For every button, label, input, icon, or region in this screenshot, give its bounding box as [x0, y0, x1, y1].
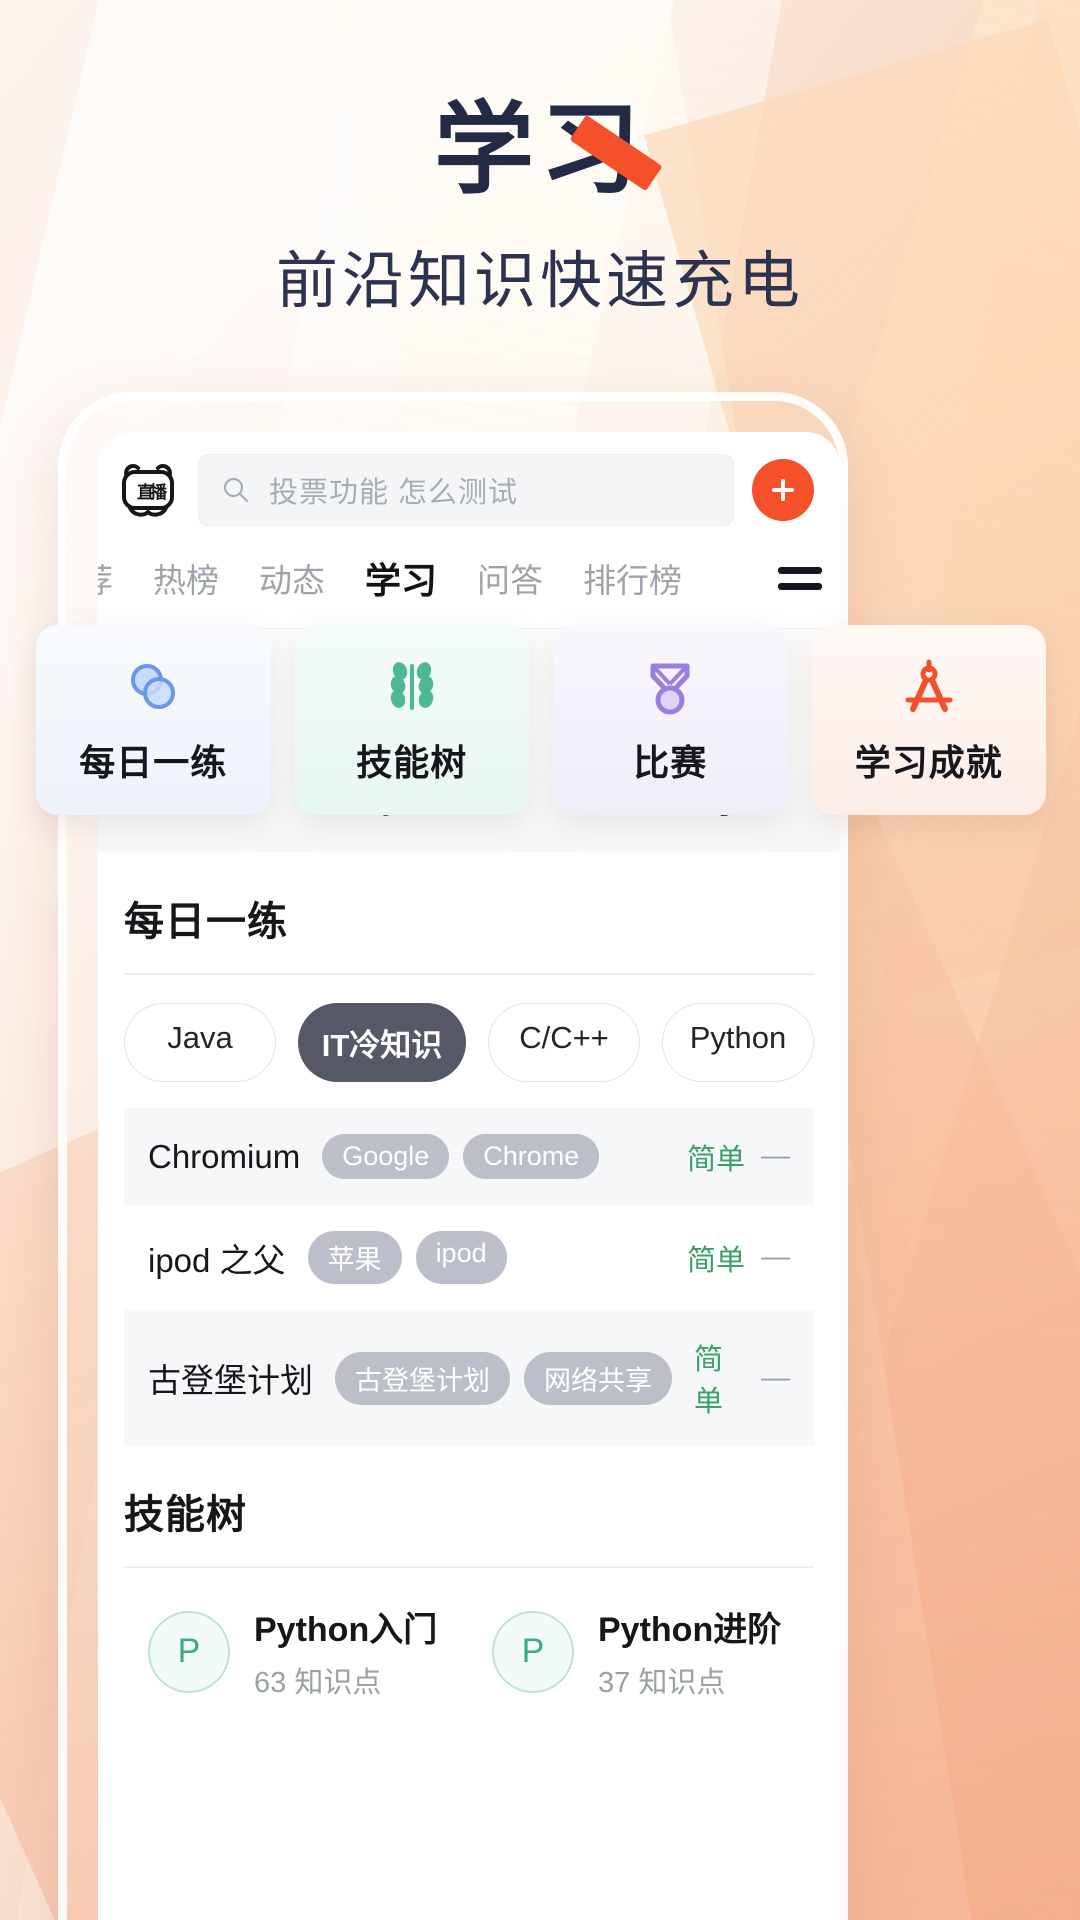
feature-cards: 每日一练 技能树 比赛 学习成就	[36, 625, 1046, 815]
phone-mockup: 直 播 投票功能 怎么测试 热榜 动态 学习 问答 排行榜 每日一练 Java …	[58, 392, 848, 1920]
feature-card-daily-practice[interactable]: 每日一练	[36, 625, 271, 815]
tab-ranking[interactable]: 排行榜	[583, 548, 682, 608]
category-chips: Java IT冷知识 C/C++ Python	[124, 1003, 814, 1082]
feature-card-label: 学习成就	[854, 742, 1003, 783]
tag: ipod	[415, 1231, 507, 1284]
hamburger-menu-icon[interactable]	[778, 561, 822, 595]
question-tags: 苹果 ipod	[307, 1231, 507, 1284]
question-tags: Google Chrome	[322, 1134, 600, 1179]
tab-hot[interactable]: 热榜	[153, 548, 219, 608]
question-meta: 简单 —	[687, 1237, 790, 1279]
app-header: 直 播 投票功能 怎么测试	[98, 432, 840, 540]
nav-tabs: 荐 热榜 动态 学习 问答 排行榜	[98, 540, 840, 629]
hero-section: 学习 前沿知识快速充电	[0, 96, 1080, 320]
avatar: P	[492, 1610, 574, 1693]
tag: 网络共享	[524, 1351, 672, 1405]
tab-learn[interactable]: 学习	[365, 546, 437, 610]
skill-text: Python进阶 37 知识点	[598, 1602, 781, 1701]
skilltree-grid: P Python入门 63 知识点 P Python进阶 37 知识点	[124, 1596, 814, 1701]
page-title: 学习	[434, 94, 646, 206]
search-icon	[221, 475, 251, 505]
skill-name: Python入门	[254, 1611, 438, 1649]
tab-recommend[interactable]: 荐	[98, 548, 113, 608]
skill-meta: 37 知识点	[598, 1667, 726, 1699]
dash-separator: —	[761, 1140, 790, 1172]
hero-title-wrap: 学习	[434, 94, 663, 206]
hero-subtitle: 前沿知识快速充电	[275, 247, 804, 316]
skill-text: Python入门 63 知识点	[254, 1602, 437, 1701]
add-button[interactable]	[752, 459, 814, 521]
svg-text:播: 播	[150, 482, 168, 502]
avatar: P	[148, 1610, 230, 1693]
question-meta: 简单 —	[687, 1136, 790, 1178]
feature-card-label: 每日一练	[79, 742, 228, 783]
medal-icon	[637, 654, 703, 720]
difficulty-badge: 简单	[694, 1344, 724, 1418]
feature-card-label: 技能树	[356, 742, 468, 783]
chip-cpp[interactable]: C/C++	[488, 1003, 640, 1082]
dash-separator: —	[761, 1241, 790, 1273]
table-row[interactable]: ipod 之父 苹果 ipod 简单 —	[124, 1205, 814, 1310]
wheat-tree-icon	[379, 654, 445, 720]
skilltree-title: 技能树	[124, 1493, 247, 1537]
tag: Google	[322, 1134, 450, 1179]
difficulty-badge: 简单	[686, 1244, 745, 1277]
question-meta: 简单 —	[694, 1336, 790, 1420]
chip-python[interactable]: Python	[662, 1003, 814, 1082]
tab-qa[interactable]: 问答	[477, 548, 543, 608]
daily-practice-section: 每日一练 Java IT冷知识 C/C++ Python Chromium Go…	[98, 853, 840, 1446]
tab-feed[interactable]: 动态	[259, 548, 325, 608]
plus-icon	[772, 479, 794, 501]
search-placeholder-text: 投票功能 怎么测试	[269, 477, 519, 509]
chip-java[interactable]: Java	[124, 1003, 276, 1082]
overlapping-circles-icon	[120, 654, 186, 720]
section-divider	[124, 1566, 814, 1568]
chip-it-trivia[interactable]: IT冷知识	[298, 1003, 466, 1082]
daily-practice-title: 每日一练	[124, 900, 288, 944]
list-item[interactable]: P Python进阶 37 知识点	[492, 1602, 790, 1701]
question-title: Chromium	[148, 1137, 301, 1175]
feature-card-contest[interactable]: 比赛	[553, 625, 788, 815]
difficulty-badge: 简单	[686, 1143, 745, 1176]
skilltree-section: 技能树 P Python入门 63 知识点 P Python进阶 37 知识点	[98, 1446, 840, 1701]
feature-card-skilltree[interactable]: 技能树	[294, 625, 529, 815]
table-row[interactable]: 古登堡计划 古登堡计划 网络共享 简单 —	[124, 1310, 814, 1446]
skill-meta: 63 知识点	[254, 1667, 382, 1699]
section-divider	[124, 973, 814, 975]
question-title: ipod 之父	[148, 1241, 286, 1279]
dash-separator: —	[761, 1361, 790, 1394]
feature-card-achievement[interactable]: 学习成就	[811, 625, 1046, 815]
compass-icon	[896, 654, 962, 720]
skill-name: Python进阶	[598, 1611, 782, 1649]
question-tags: 古登堡计划 网络共享	[335, 1351, 672, 1405]
tag: Chrome	[463, 1134, 600, 1179]
question-list: Chromium Google Chrome 简单 — ipod 之父 苹果 i…	[124, 1108, 814, 1446]
tag: 苹果	[307, 1231, 402, 1284]
tag: 古登堡计划	[335, 1351, 510, 1405]
search-input[interactable]: 投票功能 怎么测试	[198, 454, 734, 526]
question-title: 古登堡计划	[148, 1362, 313, 1399]
list-item[interactable]: P Python入门 63 知识点	[148, 1602, 446, 1701]
live-badge-icon[interactable]: 直 播	[116, 458, 180, 522]
table-row[interactable]: Chromium Google Chrome 简单 —	[124, 1108, 814, 1205]
feature-card-label: 比赛	[633, 742, 708, 783]
